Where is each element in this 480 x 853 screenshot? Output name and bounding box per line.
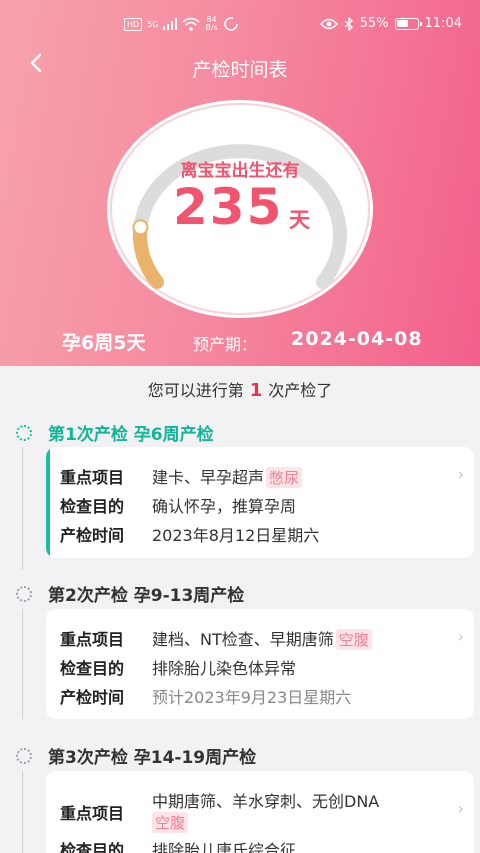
timeline-line	[22, 771, 23, 853]
battery-icon	[394, 17, 422, 30]
exam-card-3[interactable]: 重点项目 中期唐筛、羊水穿刺、无创DNA 空腹 检查目的 排除胎儿唐氏综合征 ›	[46, 771, 474, 853]
pregnancy-week: 孕6周5天	[62, 332, 146, 354]
due-date-label: 预产期：	[193, 335, 258, 354]
timeline-line	[22, 609, 23, 719]
clock: 11:04	[424, 16, 462, 31]
days-unit: 天	[289, 208, 310, 232]
exam-tag: 空腹	[152, 812, 189, 833]
network-speed: 84 B/s	[205, 15, 218, 32]
status-bar: HD 5G 84 B/s 55% 11:04	[0, 0, 480, 52]
exam-header-2[interactable]: 第2次产检 孕9-13周产检	[16, 581, 244, 606]
sync-icon	[224, 17, 238, 31]
exam-title: 第3次产检 孕14-19周产检	[48, 748, 257, 768]
battery-percent: 55%	[359, 16, 389, 31]
exam-header-1[interactable]: 第1次产检 孕6周产检	[16, 420, 214, 445]
exam-title: 第2次产检 孕9-13周产检	[48, 586, 245, 606]
timeline-dot-icon	[16, 585, 32, 602]
exam-tag: 空腹	[335, 629, 372, 650]
exam-card-2[interactable]: 重点项目 建档、NT检查、早期唐筛 空腹 检查目的 排除胎儿染色体异常 产检时间 …	[46, 609, 474, 719]
exam-card-1[interactable]: 重点项目 建卡、早孕超声 憋尿 检查目的 确认怀孕，推算孕周 产检时间 2023年…	[46, 447, 474, 558]
network-label: 5G	[147, 19, 159, 29]
timeline-dot-icon	[16, 424, 32, 441]
countdown-dial: 离宝宝出生还有 235 天	[107, 100, 373, 318]
chevron-right-icon: ›	[457, 799, 464, 818]
exam-notice: 您可以进行第 1 次产检了	[147, 380, 333, 401]
exam-header-3[interactable]: 第3次产检 孕14-19周产检	[16, 743, 256, 768]
exam-number: 1	[249, 380, 263, 401]
exam-title: 第1次产检 孕6周产检	[48, 425, 214, 445]
page-title: 产检时间表	[192, 59, 288, 81]
timeline-dot-icon	[16, 747, 32, 764]
wifi-icon	[182, 17, 201, 31]
chevron-right-icon: ›	[457, 465, 464, 484]
days-left: 235	[173, 178, 284, 236]
signal-icon	[163, 18, 178, 30]
exam-tag: 憋尿	[266, 467, 303, 488]
chevron-right-icon: ›	[457, 627, 464, 646]
bluetooth-icon	[344, 16, 353, 31]
eye-icon	[319, 18, 338, 29]
hd-badge: HD	[124, 17, 143, 31]
due-date: 2024-04-08	[291, 328, 423, 350]
timeline-line	[22, 447, 23, 570]
